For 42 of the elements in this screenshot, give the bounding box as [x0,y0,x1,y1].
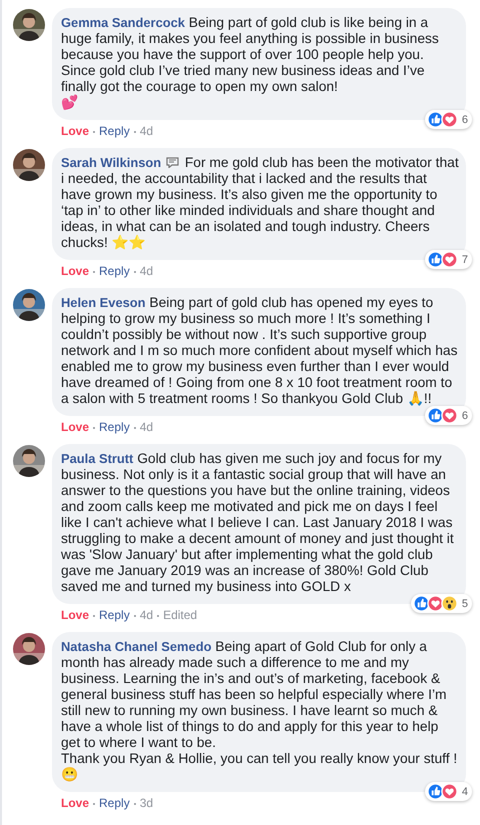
timestamp: 4d [140,264,154,278]
action-link[interactable]: Love [61,608,90,622]
like-icon [426,783,444,800]
author-link[interactable]: Sarah Wilkinson [61,155,162,170]
action-link[interactable]: Reply [99,420,130,434]
like-icon [426,111,444,128]
comment-text: Sarah Wilkinson For me gold club has been the motivator that i needed, the accountability that i lacked and the results that have grown my business. It’s also given me the opportunity to ‘tap in’ to other like minded individuals and share thought and ideas, in what can be an isolated and tough industry. Cheers chucks! ⭐⭐ [61,155,460,251]
author-link[interactable]: Natasha Chanel Semedo [61,639,212,654]
reaction-summary[interactable]: 5 [410,594,472,613]
surprised-face-icon [440,595,458,612]
reaction-summary[interactable]: 6 [424,406,472,425]
reaction-count: 6 [462,410,468,422]
comment-text: Gemma Sandercock Being part of gold club is like being in a huge family, it makes you feel anything is possible in business because you have the support of over 100 people help you. Since gold club I’ve tried many new business ideas and I’ve finally got the courage to open my own salon! 💕 [61,15,440,111]
action-link[interactable]: Reply [99,124,130,138]
action-link[interactable]: Reply [99,264,130,278]
reaction-count: 6 [462,114,468,126]
edited-label: Edited [163,608,198,622]
comment-text: Helen Eveson Being part of gold club has opened my eyes to helping to grow my business so much more ! It’s something I couldn’t possibly be without now . It’s such supportive group network and I m so much more confident about myself which has enabled me to grow my business even further than I ever would have dreamed of ! Going from one 8 x 10 foot treatment room to a salon with 5 treatment rooms ! So thankyou Gold Club 🙏!! [61,295,458,407]
timestamp: 3d [140,796,154,810]
action-link[interactable]: Love [61,420,90,434]
reaction-count: 4 [462,786,468,798]
like-icon [426,407,444,424]
action-link[interactable]: Love [61,264,90,278]
comment-text: Paula Strutt Gold club has given me such joy and focus for my business. Not only is it a fantastic social group that will have an answer to the questions you have but the online training, videos and zoom calls keep me motivated and pick me on days I feel like I can't achieve what I believe I can. Last January 2018 I was struggling to make a decent amount of money and just thought it was 'Slow January' but after implementing what the gold club gave me January 2019 was an increase of 380%! Gold Club saved me and turned my business into GOLD x [61,451,455,595]
action-link[interactable]: Reply [99,608,130,622]
reaction-summary[interactable]: 6 [424,110,472,129]
action-link[interactable]: Love [61,124,90,138]
action-link[interactable]: Reply [99,796,130,810]
like-icon [426,251,444,268]
timestamp: 4d [140,608,154,622]
action-link[interactable]: Love [61,796,90,810]
author-link[interactable]: Paula Strutt [61,451,134,466]
like-icon [412,595,430,612]
timestamp: 4d [140,124,154,138]
author-link[interactable]: Helen Eveson [61,295,146,310]
reaction-summary[interactable]: 7 [424,250,472,269]
reaction-count: 7 [462,254,468,266]
reaction-count: 5 [462,598,468,610]
comment-text: Natasha Chanel Semedo Being apart of Gold Club for only a month has already made such a difference to me and my business. Learning the in’s and out’s of marketing, facebook & general business stuff has been so helpful especially where I’m still new to running my own business. I have learnt so much & have a whole list of things to do and apply for this year to help get to where I want to be. Thank you Ryan & Hollie, you can tell you really know your stuff ! 😬 [61,639,458,783]
author-link[interactable]: Gemma Sandercock [61,15,185,30]
reaction-summary[interactable]: 4 [424,782,472,801]
timestamp: 4d [140,420,154,434]
